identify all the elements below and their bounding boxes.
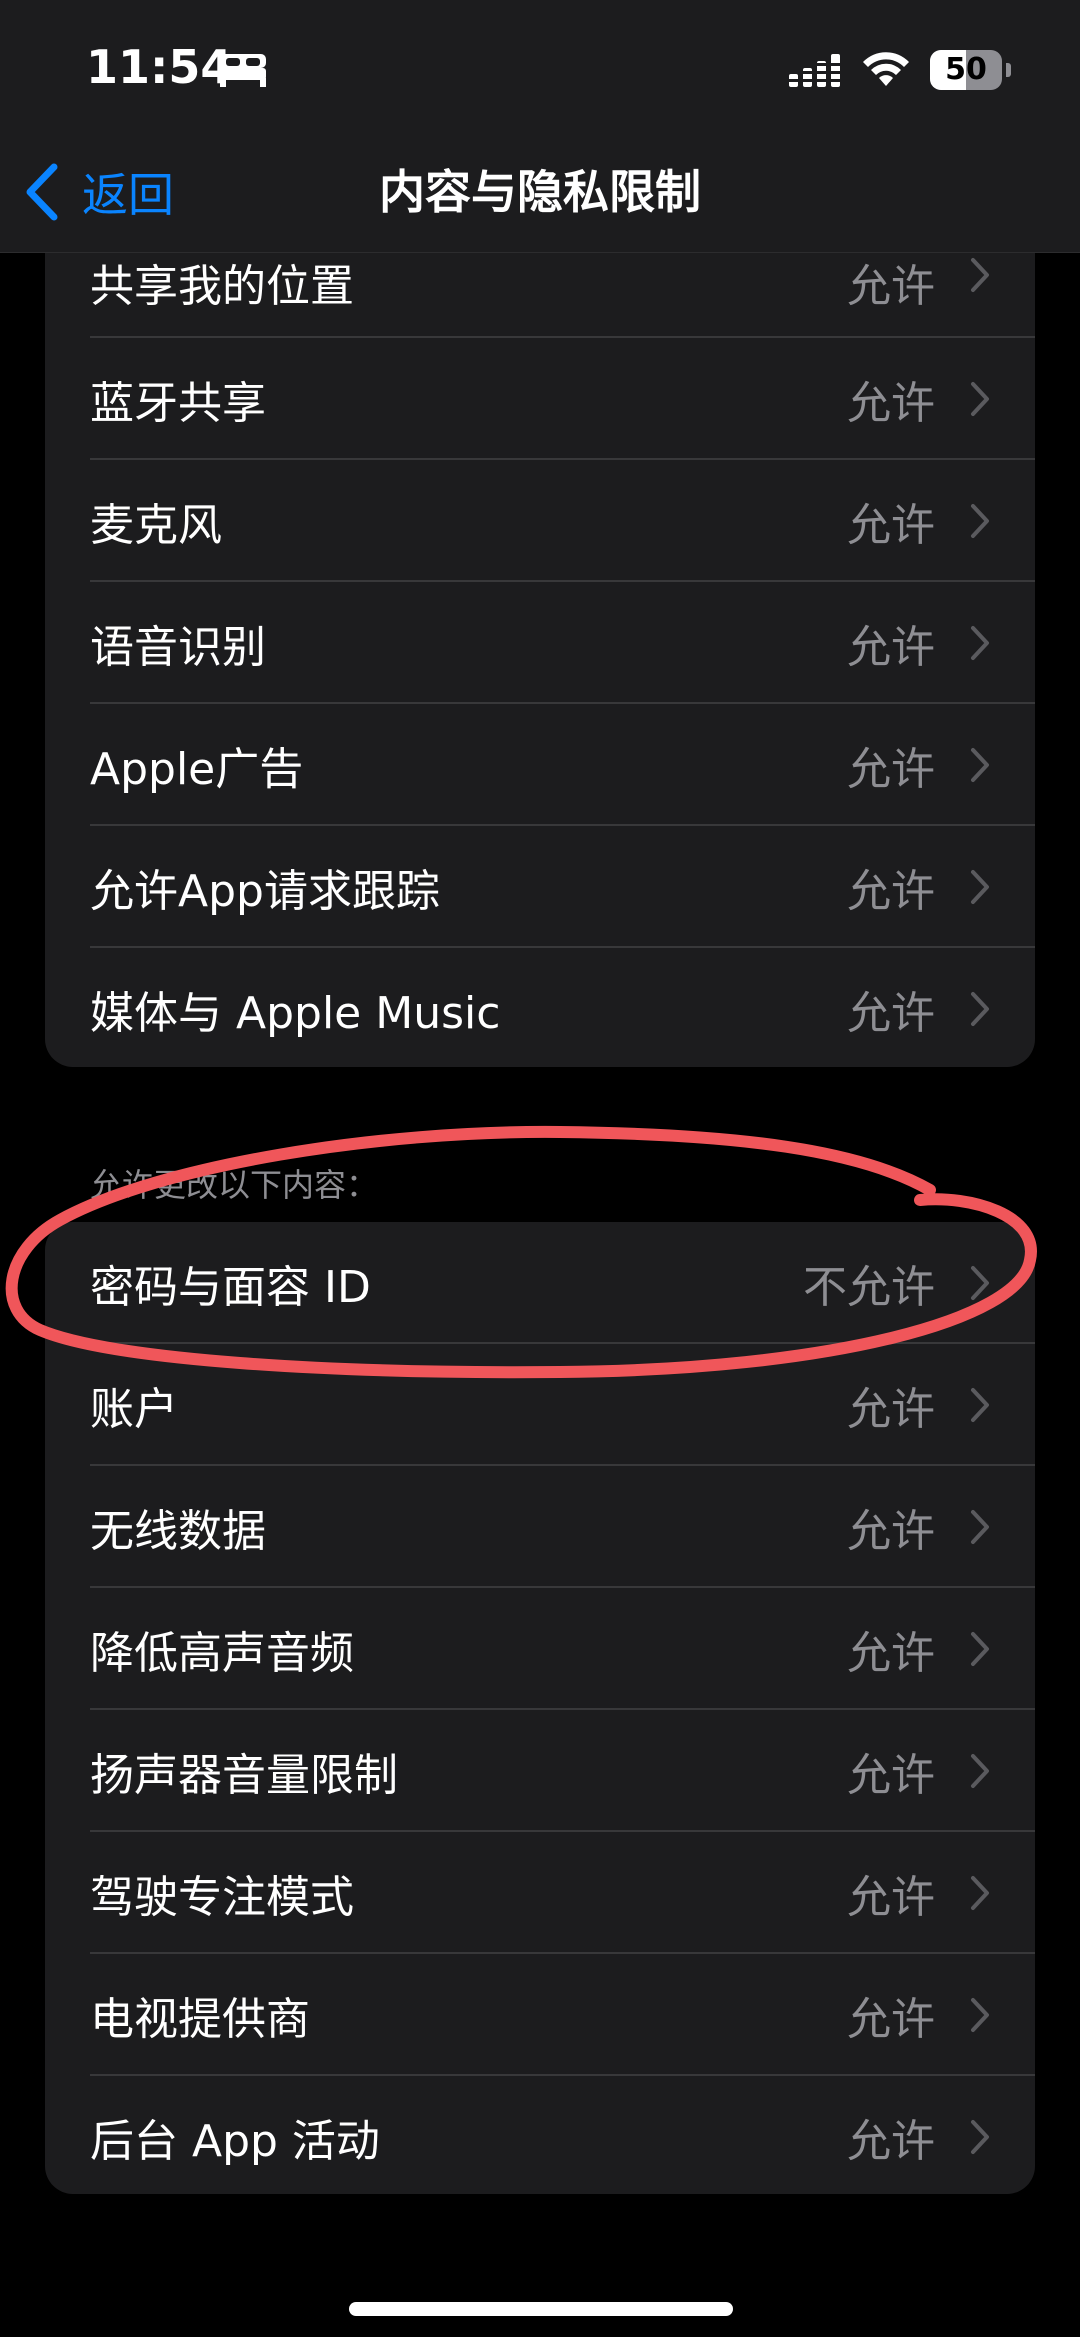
row-value: 允许 xyxy=(847,622,935,673)
row-label: 无线数据 xyxy=(90,1506,266,1557)
chevron-right-icon xyxy=(971,1388,989,1422)
settings-row-microphone[interactable]: 麦克风 允许 xyxy=(45,460,1035,582)
battery-body: 50 xyxy=(930,50,1002,90)
settings-row-driving-focus[interactable]: 驾驶专注模式 允许 xyxy=(45,1832,1035,1954)
settings-row-volume-limit[interactable]: 扬声器音量限制 允许 xyxy=(45,1710,1035,1832)
back-button-label: 返回 xyxy=(82,168,174,222)
row-label: 媒体与 Apple Music xyxy=(90,988,501,1039)
section-header-allow-changes: 允许更改以下内容： xyxy=(90,1166,379,1204)
row-label: 扬声器音量限制 xyxy=(90,1750,398,1801)
chevron-right-icon xyxy=(971,1632,989,1666)
row-value: 不允许 xyxy=(803,1262,935,1313)
chevron-right-icon xyxy=(971,870,989,904)
row-value: 允许 xyxy=(847,1506,935,1557)
status-time: 11:54 xyxy=(86,40,233,94)
settings-row-cellular-data[interactable]: 无线数据 允许 xyxy=(45,1466,1035,1588)
row-value: 允许 xyxy=(847,2116,935,2167)
chevron-right-icon xyxy=(971,992,989,1026)
row-value: 允许 xyxy=(847,988,935,1039)
row-value: 允许 xyxy=(847,1384,935,1435)
battery-level: 50 xyxy=(945,52,987,87)
settings-row-tv-provider[interactable]: 电视提供商 允许 xyxy=(45,1954,1035,2076)
chevron-right-icon xyxy=(971,504,989,538)
chevron-right-icon xyxy=(971,1510,989,1544)
chevron-right-icon xyxy=(971,1266,989,1300)
settings-row-bluetooth-sharing[interactable]: 蓝牙共享 允许 xyxy=(45,338,1035,460)
screen: 11:54 50 返回 内容与隐私限制 共享我的位置 允许 蓝牙共享 允许 麦克… xyxy=(0,0,1080,2337)
row-value: 允许 xyxy=(847,1872,935,1923)
top-bar: 11:54 50 返回 内容与隐私限制 xyxy=(0,0,1080,253)
settings-row-apple-ads[interactable]: Apple广告 允许 xyxy=(45,704,1035,826)
row-label: 麦克风 xyxy=(90,500,222,551)
row-value: 允许 xyxy=(847,261,935,312)
home-indicator[interactable] xyxy=(349,2302,733,2316)
settings-row-speech-recognition[interactable]: 语音识别 允许 xyxy=(45,582,1035,704)
privacy-settings-group: 共享我的位置 允许 蓝牙共享 允许 麦克风 允许 语音识别 允许 Apple广告… xyxy=(45,212,1035,1067)
row-label: Apple广告 xyxy=(90,744,304,795)
chevron-right-icon xyxy=(971,1876,989,1910)
row-label: 账户 xyxy=(90,1384,178,1435)
chevron-right-icon xyxy=(971,1998,989,2032)
row-label: 驾驶专注模式 xyxy=(90,1872,354,1923)
row-label: 语音识别 xyxy=(90,622,266,673)
row-label: 共享我的位置 xyxy=(90,261,354,312)
chevron-right-icon xyxy=(971,258,989,292)
row-value: 允许 xyxy=(847,1750,935,1801)
wifi-icon xyxy=(863,52,909,86)
settings-row-app-tracking[interactable]: 允许App请求跟踪 允许 xyxy=(45,826,1035,948)
row-label: 降低高声音频 xyxy=(90,1628,354,1679)
settings-row-passcode-face-id[interactable]: 密码与面容 ID 不允许 xyxy=(45,1222,1035,1344)
back-button[interactable]: 返回 xyxy=(22,152,174,232)
row-label: 电视提供商 xyxy=(90,1994,310,2045)
row-value: 允许 xyxy=(847,866,935,917)
row-label: 密码与面容 ID xyxy=(90,1262,371,1313)
chevron-right-icon xyxy=(971,1754,989,1788)
chevron-left-icon xyxy=(26,163,58,221)
row-label: 后台 App 活动 xyxy=(90,2116,380,2167)
settings-row-media-apple-music[interactable]: 媒体与 Apple Music 允许 xyxy=(45,948,1035,1067)
cellular-signal-icon xyxy=(788,54,842,87)
chevron-right-icon xyxy=(971,382,989,416)
battery-icon: 50 xyxy=(930,50,1011,90)
settings-row-reduce-loud-audio[interactable]: 降低高声音频 允许 xyxy=(45,1588,1035,1710)
row-label: 蓝牙共享 xyxy=(90,378,266,429)
settings-row-account[interactable]: 账户 允许 xyxy=(45,1344,1035,1466)
row-value: 允许 xyxy=(847,744,935,795)
row-value: 允许 xyxy=(847,1628,935,1679)
chevron-right-icon xyxy=(971,748,989,782)
row-value: 允许 xyxy=(847,378,935,429)
chevron-right-icon xyxy=(971,2120,989,2154)
chevron-right-icon xyxy=(971,626,989,660)
bed-icon xyxy=(220,54,266,87)
row-value: 允许 xyxy=(847,1994,935,2045)
allow-changes-group: 密码与面容 ID 不允许 账户 允许 无线数据 允许 降低高声音频 允许 扬声器… xyxy=(45,1222,1035,2194)
settings-row-background-app-activity[interactable]: 后台 App 活动 允许 xyxy=(45,2076,1035,2194)
row-value: 允许 xyxy=(847,500,935,551)
battery-nub xyxy=(1006,63,1011,77)
row-label: 允许App请求跟踪 xyxy=(90,866,440,917)
